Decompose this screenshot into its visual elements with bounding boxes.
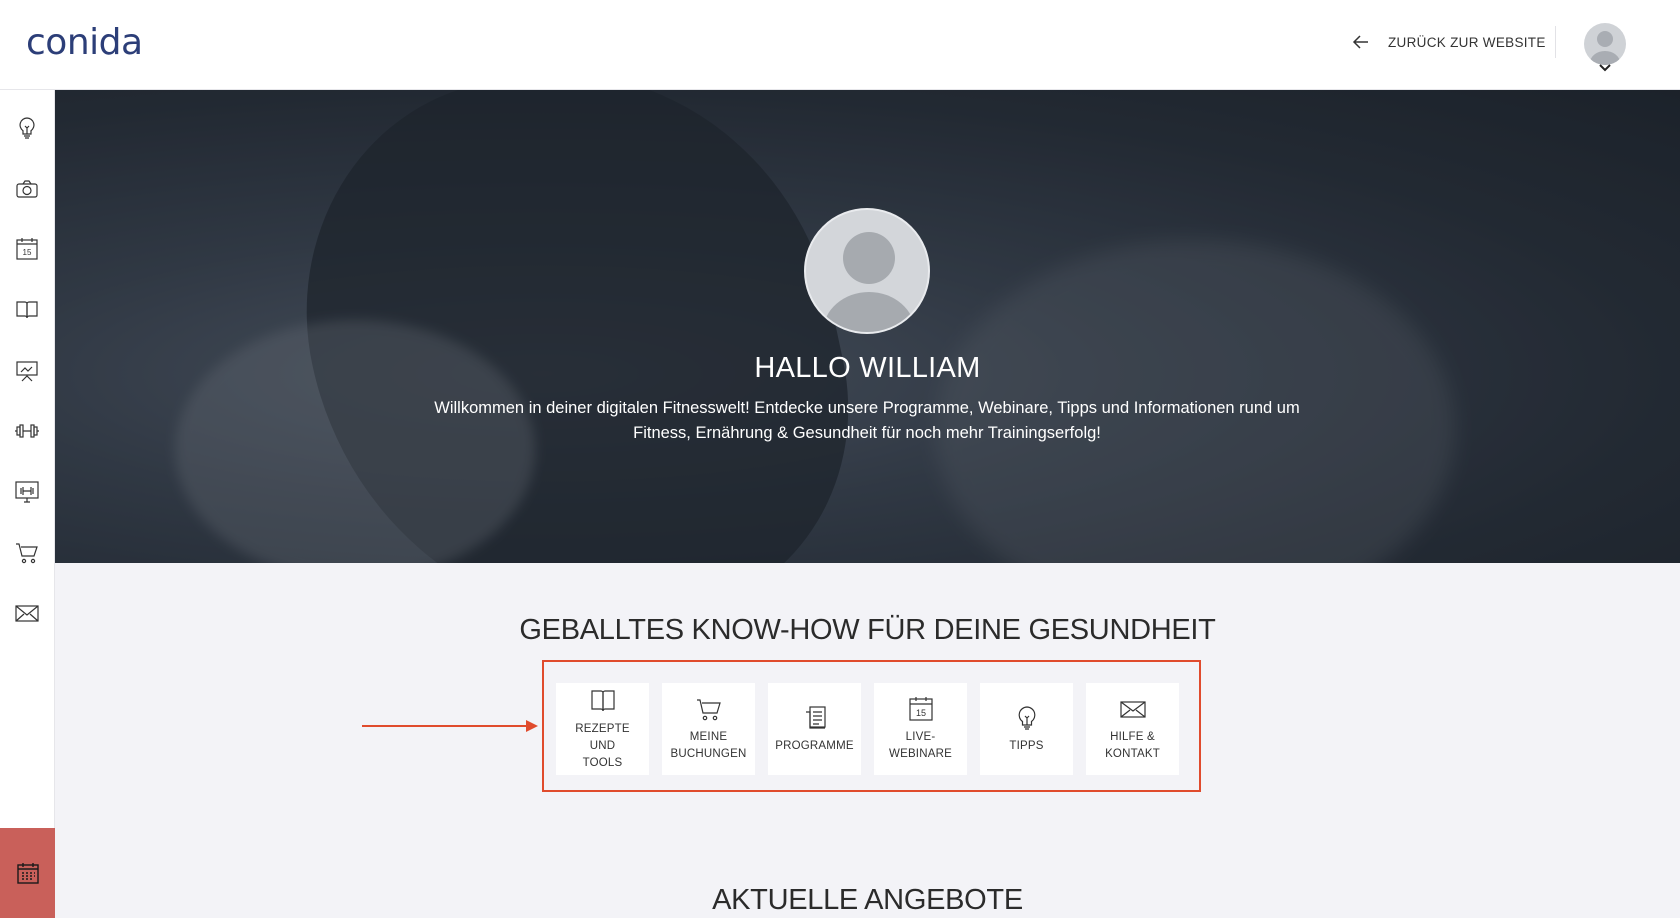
lightbulb-icon <box>19 117 35 139</box>
sidebar-item-bookings[interactable] <box>14 540 40 566</box>
user-avatar[interactable] <box>1584 23 1626 65</box>
svg-text:15: 15 <box>915 708 925 718</box>
logo[interactable]: conida <box>26 22 143 63</box>
chevron-down-icon[interactable] <box>1597 62 1613 74</box>
book-icon <box>16 301 38 319</box>
tile-label: TIPPS <box>1009 739 1044 752</box>
cart-icon <box>696 699 721 721</box>
hero-banner: HALLO WILLIAM Willkommen in deiner digit… <box>55 90 1680 563</box>
camera-icon <box>16 180 38 198</box>
tile-label: PROGRAMME <box>775 739 854 752</box>
quicklinks: REZEPTE UND TOOLS MEINE BUCHUNGEN PROGRA… <box>556 683 1179 775</box>
back-link-label: ZURÜCK ZUR WEBSITE <box>1388 34 1546 50</box>
cart-icon <box>16 543 38 564</box>
sidebar-item-training[interactable] <box>14 418 40 444</box>
dumbbell-icon <box>15 424 39 438</box>
sidebar-calendar-button[interactable] <box>0 828 55 918</box>
knowhow-title: GEBALLTES KNOW-HOW FÜR DEINE GESUNDHEIT <box>519 614 1216 646</box>
book-icon <box>590 689 615 711</box>
welcome-text: Willkommen in deiner digitalen Fitnesswe… <box>434 399 1300 442</box>
top-bar: conida ZURÜCK ZUR WEBSITE <box>0 0 1680 90</box>
svg-text:15: 15 <box>23 248 32 257</box>
sidebar-item-webinars[interactable]: 15 <box>14 236 40 262</box>
calendar-icon: 15 <box>16 238 38 260</box>
sidebar-item-photos[interactable] <box>14 176 40 202</box>
tile-label: REZEPTE UND TOOLS <box>575 722 630 769</box>
offers-title: AKTUELLE ANGEBOTE <box>712 884 1023 916</box>
tile-live-webinars[interactable]: 15 LIVE-WEBINARE <box>874 683 967 775</box>
calendar-icon: 15 <box>908 697 933 721</box>
sidebar: 15 <box>0 90 55 918</box>
sidebar-item-presentations[interactable] <box>14 358 40 384</box>
tile-tips[interactable]: TIPPS <box>980 683 1073 775</box>
annotation-arrow <box>362 720 538 732</box>
tile-help-contact[interactable]: HILFE & KONTAKT <box>1086 683 1179 775</box>
tile-my-bookings[interactable]: MEINE BUCHUNGEN <box>662 683 755 775</box>
user-icon <box>1590 31 1620 65</box>
tile-recipes-tools[interactable]: REZEPTE UND TOOLS <box>556 683 649 775</box>
greeting-title: HALLO WILLIAM <box>754 352 981 384</box>
document-icon <box>805 705 826 729</box>
calendar-grid-icon <box>16 863 39 884</box>
sidebar-item-online-training[interactable] <box>14 479 40 505</box>
sidebar-item-recipes[interactable] <box>14 297 40 323</box>
mail-icon <box>15 605 39 622</box>
monitor-dumbbell-icon <box>15 481 39 503</box>
tile-label: HILFE & KONTAKT <box>1105 731 1160 760</box>
mail-icon <box>1119 701 1146 718</box>
back-to-website-link[interactable]: ZURÜCK ZUR WEBSITE <box>1352 33 1546 51</box>
tile-programs[interactable]: PROGRAMME <box>768 683 861 775</box>
tile-label: MEINE BUCHUNGEN <box>670 731 747 760</box>
lightbulb-icon <box>1018 705 1035 730</box>
profile-avatar[interactable] <box>804 208 930 334</box>
sidebar-item-tips[interactable] <box>14 115 40 141</box>
presentation-icon <box>16 361 38 382</box>
user-icon <box>823 232 915 332</box>
tile-label: LIVE-WEBINARE <box>889 731 952 760</box>
arrow-left-icon <box>1352 35 1368 49</box>
sidebar-item-contact[interactable] <box>14 600 40 626</box>
topbar-divider <box>1555 26 1556 58</box>
